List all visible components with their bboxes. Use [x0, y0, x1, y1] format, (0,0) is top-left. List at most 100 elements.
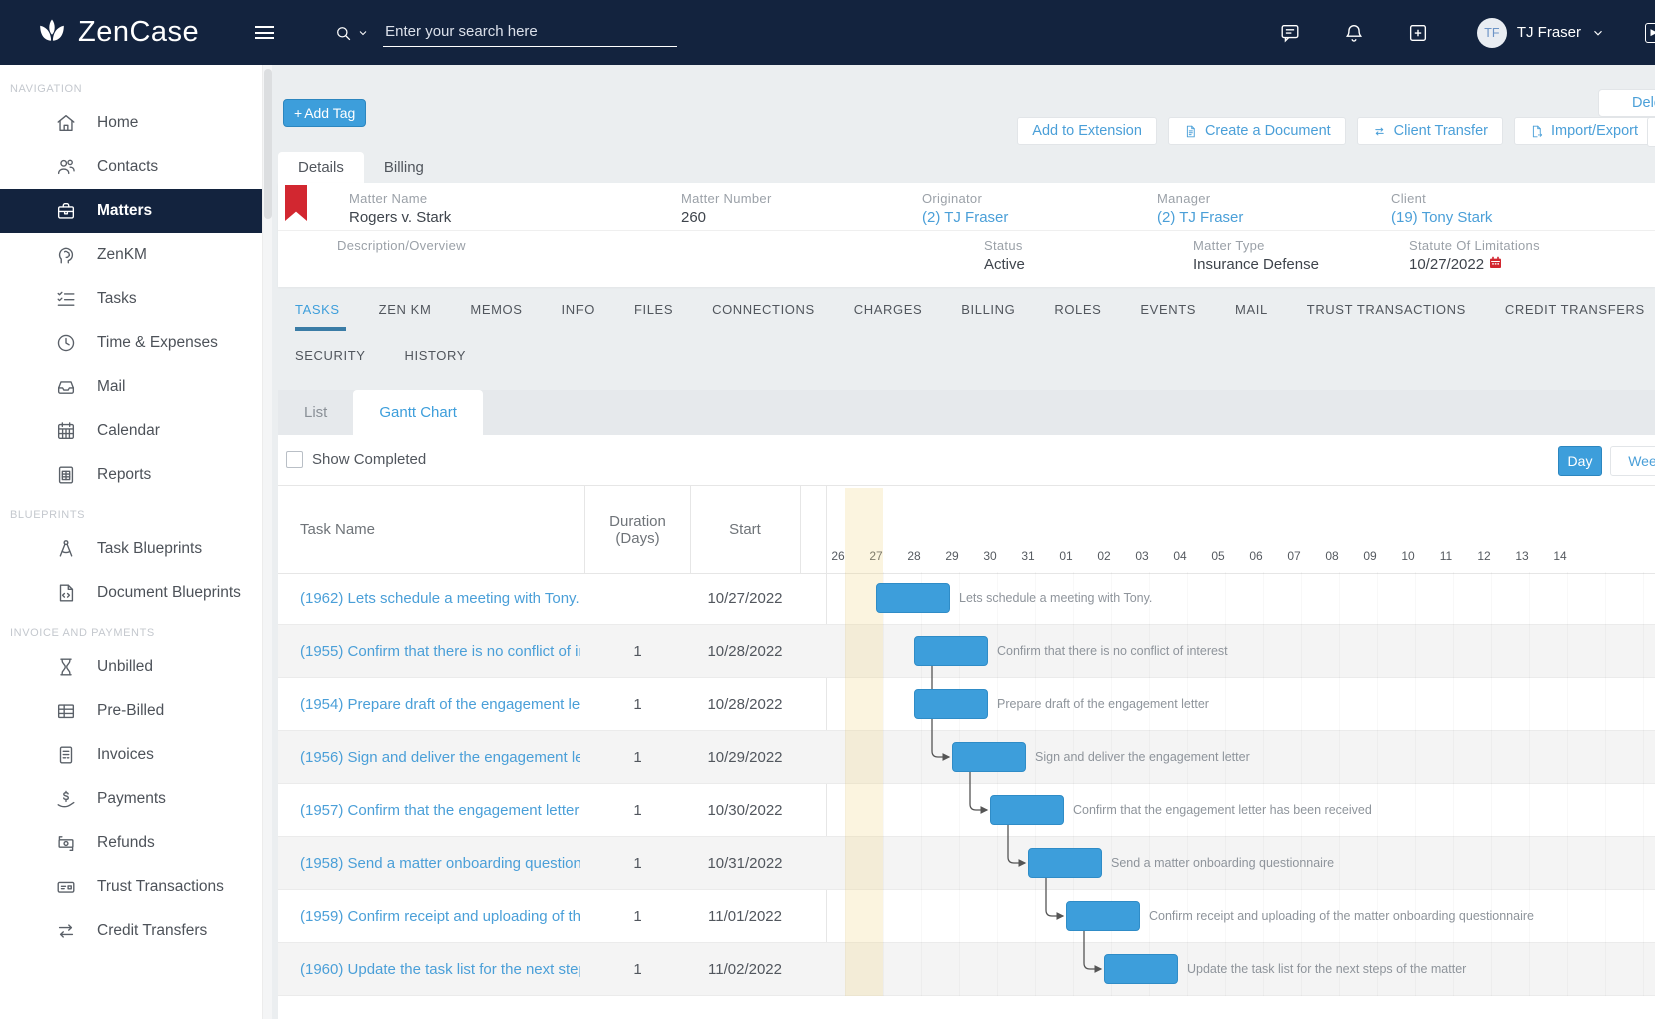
tab-gantt-chart-view[interactable]: Gantt Chart [353, 390, 483, 435]
sidebar-item-tasks[interactable]: Tasks [0, 277, 262, 321]
scale-day-button[interactable]: Day [1558, 446, 1602, 476]
subtab-zen-km[interactable]: ZEN KM [379, 302, 432, 331]
user-menu-chevron-icon[interactable] [1591, 26, 1605, 40]
gantt-bar-label: Sign and deliver the engagement letter [1035, 750, 1250, 764]
sidebar-item-credit-transfers[interactable]: Credit Transfers [0, 909, 262, 953]
task-link[interactable]: (1955) Confirm that there is no conflict… [300, 625, 580, 677]
subtab-charges[interactable]: CHARGES [854, 302, 923, 331]
inbox-icon [55, 376, 77, 398]
scale-week-button[interactable]: Week [1610, 446, 1655, 476]
task-link[interactable]: (1959) Confirm receipt and uploading of … [300, 890, 580, 942]
subtab-mail[interactable]: MAIL [1235, 302, 1268, 331]
add-to-extension-button[interactable]: Add to Extension [1017, 117, 1157, 145]
task-link[interactable]: (1954) Prepare draft of the engagement l… [300, 678, 580, 730]
detail-tabs: DetailsBilling [278, 152, 444, 183]
sidebar-item-reports[interactable]: Reports [0, 453, 262, 497]
gantt-bar[interactable] [914, 636, 988, 666]
subtab-history[interactable]: HISTORY [405, 348, 467, 377]
gantt-bar[interactable] [952, 742, 1026, 772]
search-input[interactable] [383, 19, 677, 47]
gantt-bar[interactable] [1104, 954, 1178, 984]
sidebar-item-contacts[interactable]: Contacts [0, 145, 262, 189]
sidebar-item-trust-transactions[interactable]: Trust Transactions [0, 865, 262, 909]
subtab-memos[interactable]: MEMOS [470, 302, 522, 331]
sidebar-item-task-blueprints[interactable]: Task Blueprints [0, 527, 262, 571]
sidebar-item-unbilled[interactable]: Unbilled [0, 645, 262, 689]
axis-tick-07: 07 [1287, 549, 1300, 563]
task-link[interactable]: (1957) Confirm that the engagement lette… [300, 784, 580, 836]
user-name[interactable]: TJ Fraser [1517, 24, 1581, 41]
zencase-logo[interactable]: ZenCase [34, 15, 199, 51]
subtab-info[interactable]: INFO [562, 302, 595, 331]
sidebar-item-label: Invoices [97, 746, 154, 764]
field-value[interactable]: (2) TJ Fraser [1157, 209, 1243, 226]
client-transfer-button[interactable]: Client Transfer [1357, 117, 1503, 145]
task-link[interactable]: (1960) Update the task list for the next… [300, 943, 580, 995]
sidebar-item-calendar[interactable]: Calendar [0, 409, 262, 453]
global-search [334, 19, 677, 47]
show-completed-checkbox[interactable] [286, 451, 303, 468]
timer-icon[interactable]: ▶ [1645, 23, 1655, 43]
table-icon [55, 700, 77, 722]
subtab-tasks[interactable]: TASKS [295, 302, 340, 331]
task-start-date: 10/29/2022 [690, 731, 800, 783]
tab-billing[interactable]: Billing [364, 152, 444, 183]
gantt-bar[interactable] [914, 689, 988, 719]
gantt-bar[interactable] [990, 795, 1064, 825]
subtab-credit-transfers[interactable]: CREDIT TRANSFERS [1505, 302, 1645, 331]
task-link[interactable]: (1958) Send a matter onboarding question… [300, 837, 580, 889]
delete-button[interactable]: Delete [1598, 89, 1655, 117]
search-scope-chevron-icon[interactable] [357, 27, 369, 39]
gantt-bar[interactable] [876, 583, 950, 613]
axis-tick-05: 05 [1211, 549, 1224, 563]
sidebar-item-label: Mail [97, 378, 125, 396]
sidebar-item-refunds[interactable]: Refunds [0, 821, 262, 865]
chat-icon[interactable] [1279, 22, 1301, 44]
quick-add-icon[interactable] [1407, 22, 1429, 44]
field-value[interactable]: (2) TJ Fraser [922, 209, 1008, 226]
notifications-bell-icon[interactable] [1343, 22, 1365, 44]
task-link[interactable]: (1956) Sign and deliver the engagement l… [300, 731, 580, 783]
search-icon[interactable] [334, 24, 353, 43]
add-tag-button[interactable]: +Add Tag [283, 99, 366, 127]
subtab-roles[interactable]: ROLES [1054, 302, 1101, 331]
subtab-files[interactable]: FILES [634, 302, 673, 331]
field-manager: Manager(2) TJ Fraser [1157, 191, 1243, 226]
tab-details[interactable]: Details [278, 152, 364, 183]
menu-hamburger-icon[interactable] [255, 23, 274, 43]
sidebar-item-pre-billed[interactable]: Pre-Billed [0, 689, 262, 733]
sidebar-item-zenkm[interactable]: ZenKM [0, 233, 262, 277]
field-value[interactable]: (19) Tony Stark [1391, 209, 1492, 226]
column-header-spacer [800, 486, 827, 573]
task-link[interactable]: (1962) Lets schedule a meeting with Tony… [300, 572, 580, 624]
sidebar-item-home[interactable]: Home [0, 101, 262, 145]
sidebar-item-document-blueprints[interactable]: Document Blueprints [0, 571, 262, 615]
bookmark-icon[interactable] [285, 185, 307, 221]
task-duration [585, 572, 690, 624]
tab-list-view[interactable]: List [278, 390, 353, 435]
subtab-connections[interactable]: CONNECTIONS [712, 302, 815, 331]
sidebar-item-mail[interactable]: Mail [0, 365, 262, 409]
sidebar-item-payments[interactable]: Payments [0, 777, 262, 821]
sidebar-section-header: INVOICE AND PAYMENTS [0, 615, 262, 645]
sidebar-item-matters[interactable]: Matters [0, 189, 262, 233]
user-avatar[interactable]: TF [1477, 18, 1507, 48]
subtab-billing[interactable]: BILLING [961, 302, 1015, 331]
task-duration: 1 [585, 784, 690, 836]
axis-tick-12: 12 [1477, 549, 1490, 563]
import-export-button[interactable]: Import/Export [1514, 117, 1653, 145]
task-start-date: 11/02/2022 [690, 943, 800, 995]
sidebar-item-time-expenses[interactable]: Time & Expenses [0, 321, 262, 365]
subtab-security[interactable]: SECURITY [295, 348, 366, 377]
create-a-document-button[interactable]: Create a Document [1168, 117, 1346, 145]
axis-tick-31: 31 [1021, 549, 1034, 563]
subtab-trust-transactions[interactable]: TRUST TRANSACTIONS [1307, 302, 1466, 331]
gantt-bar[interactable] [1028, 848, 1102, 878]
task-start-date: 10/31/2022 [690, 837, 800, 889]
subtab-events[interactable]: EVENTS [1140, 302, 1196, 331]
sidebar-item-invoices[interactable]: Invoices [0, 733, 262, 777]
cut-action-button[interactable] [1647, 117, 1655, 147]
sidebar-item-label: Pre-Billed [97, 702, 164, 720]
gantt-bar[interactable] [1066, 901, 1140, 931]
sidebar-item-label: Time & Expenses [97, 334, 218, 352]
